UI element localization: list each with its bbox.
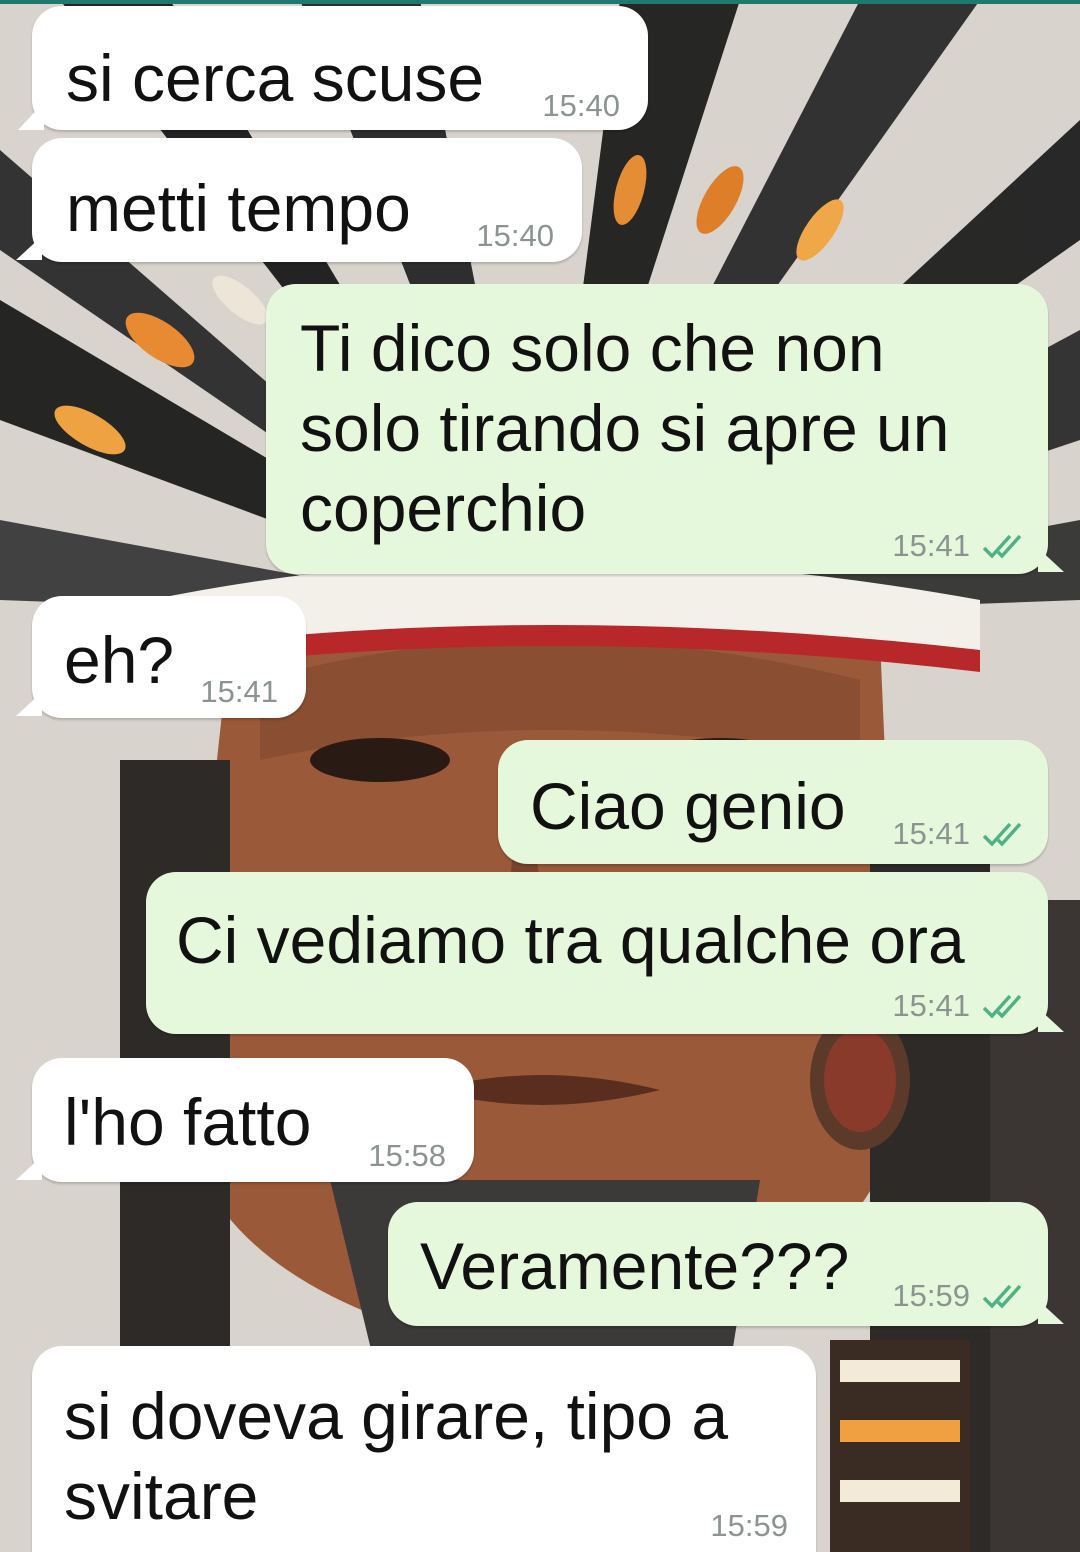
bubble-tail bbox=[16, 692, 42, 716]
top-accent-line bbox=[0, 0, 1080, 4]
message-text: eh? bbox=[64, 623, 175, 697]
bubble-tail bbox=[16, 236, 42, 260]
message-incoming[interactable]: l'ho fatto 15:58 bbox=[16, 1058, 474, 1182]
bubble-tail bbox=[1038, 1300, 1064, 1324]
message-time: 15:41 bbox=[200, 674, 278, 709]
message-time: 15:41 bbox=[892, 816, 1026, 852]
message-time: 15:40 bbox=[476, 218, 554, 253]
message-text: Ci vediamo tra qualche ora bbox=[176, 903, 965, 977]
message-time: 15:58 bbox=[368, 1138, 446, 1173]
message-text: Ciao genio bbox=[530, 769, 846, 843]
double-check-icon bbox=[982, 1282, 1026, 1310]
message-time: 15:59 bbox=[710, 1508, 788, 1543]
message-outgoing[interactable]: Veramente??? 15:59 bbox=[388, 1202, 1064, 1326]
message-text: l'ho fatto bbox=[64, 1085, 312, 1159]
message-time: 15:40 bbox=[542, 88, 620, 123]
message-text: si cerca scuse bbox=[66, 41, 485, 115]
message-outgoing[interactable]: Ci vediamo tra qualche ora 15:41 bbox=[146, 872, 1064, 1034]
message-outgoing[interactable]: Ciao genio 15:41 bbox=[498, 740, 1048, 864]
bubble-tail bbox=[1038, 1008, 1064, 1032]
message-incoming[interactable]: si doveva girare, tipo a svitare 15:59 bbox=[32, 1346, 816, 1552]
double-check-icon bbox=[982, 820, 1026, 848]
double-check-icon bbox=[982, 992, 1026, 1020]
bubble-tail bbox=[1038, 548, 1064, 572]
message-time: 15:41 bbox=[892, 528, 1026, 564]
message-time: 15:59 bbox=[892, 1278, 1026, 1314]
message-incoming[interactable]: eh? 15:41 bbox=[16, 596, 306, 718]
double-check-icon bbox=[982, 532, 1026, 560]
message-time: 15:41 bbox=[892, 988, 1026, 1024]
bubble-tail bbox=[16, 1156, 42, 1180]
message-text: metti tempo bbox=[66, 171, 411, 245]
message-text: si doveva girare, tipo a svitare bbox=[64, 1379, 729, 1533]
message-text: Veramente??? bbox=[420, 1229, 850, 1303]
message-incoming[interactable]: si cerca scuse 15:40 bbox=[18, 6, 648, 130]
message-incoming[interactable]: metti tempo 15:40 bbox=[16, 138, 582, 262]
message-text: Ti dico solo che non solo tirando si apr… bbox=[300, 311, 950, 545]
message-outgoing[interactable]: Ti dico solo che non solo tirando si apr… bbox=[266, 284, 1064, 574]
